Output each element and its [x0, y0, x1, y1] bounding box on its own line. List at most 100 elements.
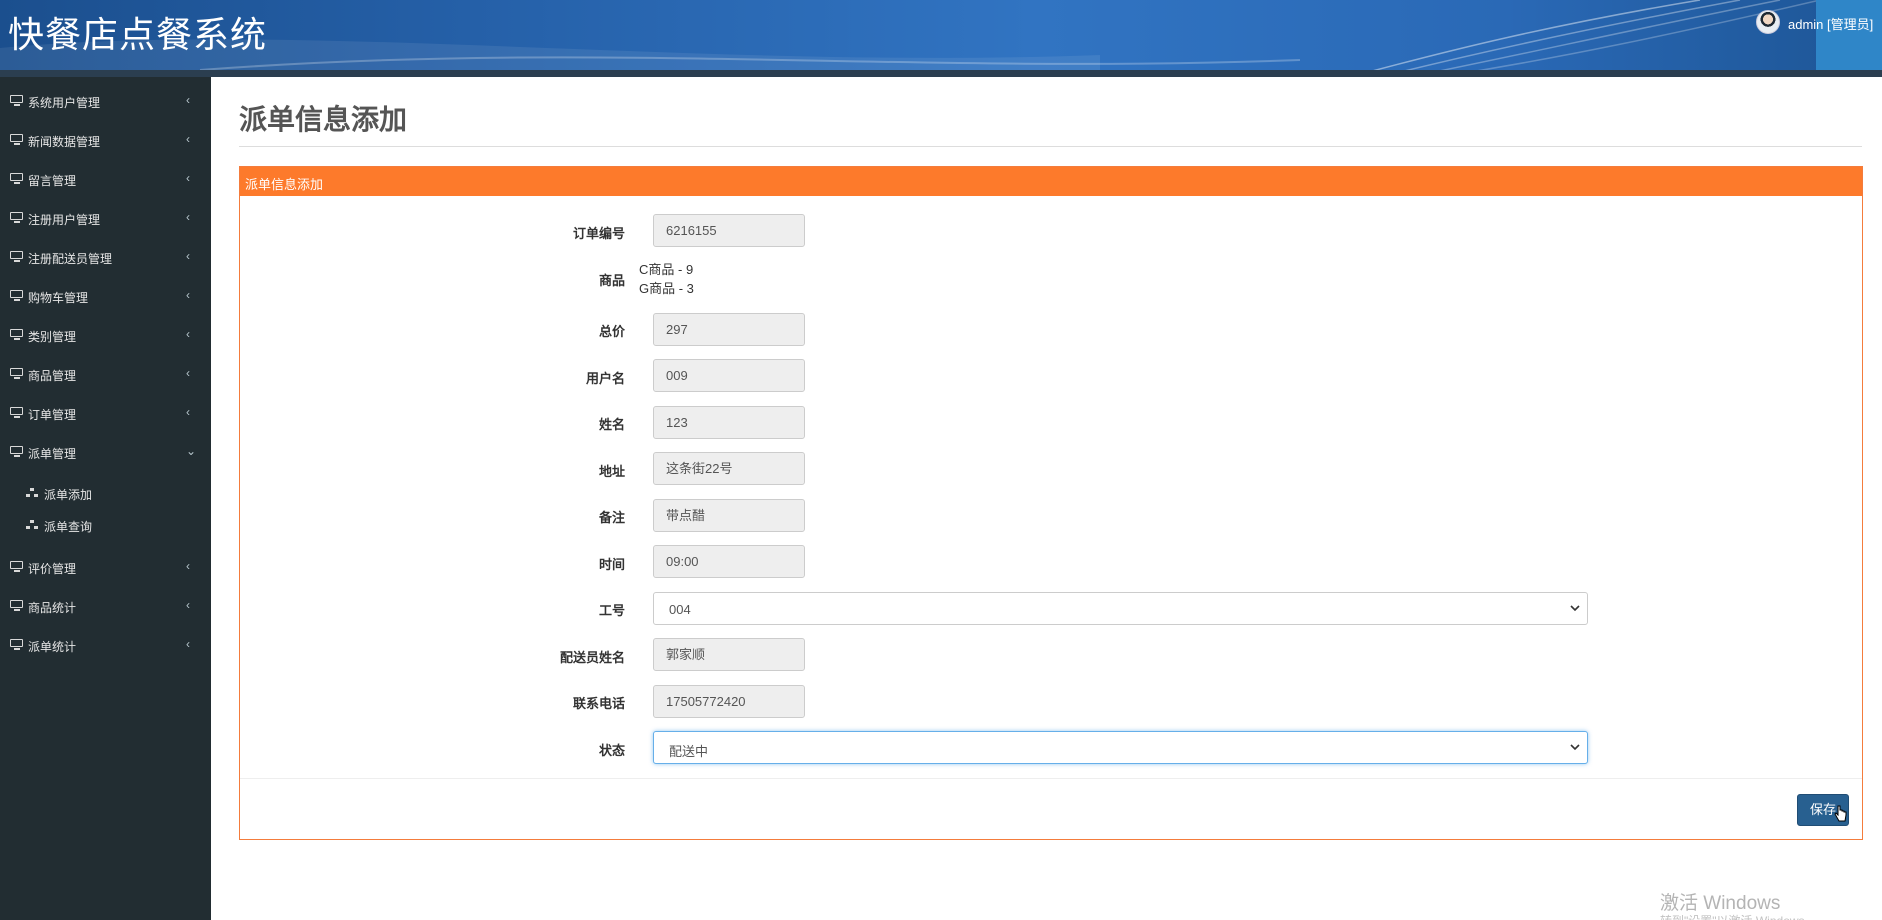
sidebar-item[interactable]: 留言管理 ‹: [0, 159, 211, 198]
windows-activation-hint: 转到"设置"以激活 Windows。: [1660, 912, 1817, 920]
desktop-icon: [10, 290, 24, 301]
desktop-icon: [10, 212, 24, 223]
app-title: 快餐店点餐系统: [8, 15, 268, 56]
remark-field[interactable]: 带点醋: [653, 499, 805, 532]
chevron-left-icon: ‹: [186, 598, 190, 612]
desktop-icon: [10, 329, 24, 340]
phone-field[interactable]: 17505772420: [653, 685, 805, 718]
sidebar-item-label: 注册用户管理: [28, 213, 101, 227]
panel-title: 派单信息添加: [245, 177, 324, 192]
worker-id-label: 工号: [598, 603, 625, 618]
chevron-down-icon: ⌄: [186, 444, 197, 458]
sidebar-subitem-label: 派单添加: [44, 488, 93, 502]
desktop-icon: [10, 639, 24, 650]
sidebar-item-label: 派单管理: [28, 447, 77, 461]
chevron-left-icon: ‹: [186, 249, 190, 263]
form-panel: 派单信息添加 订单编号 6216155 商品 C商品 - 9 G商品 - 3 总…: [239, 166, 1863, 840]
sidebar-subitem[interactable]: 派单查询: [0, 509, 211, 541]
time-field[interactable]: 09:00: [653, 545, 805, 578]
chevron-left-icon: ‹: [186, 171, 190, 185]
status-label: 状态: [598, 743, 625, 758]
sidebar-item[interactable]: 订单管理 ‹: [0, 393, 211, 432]
desktop-icon: [10, 173, 24, 184]
sidebar-item-label: 注册配送员管理: [28, 252, 113, 266]
sidebar-item[interactable]: 注册用户管理 ‹: [0, 198, 211, 237]
sidebar-item-label: 购物车管理: [28, 291, 89, 305]
sidebar-item-label: 系统用户管理: [28, 96, 101, 110]
goods-line: G商品 - 3: [639, 281, 694, 296]
sidebar-item-label: 新闻数据管理: [28, 135, 101, 149]
user-box[interactable]: [1816, 0, 1882, 77]
chevron-left-icon: ‹: [186, 559, 190, 573]
desktop-icon: [10, 251, 24, 262]
sidebar-item-label: 订单管理: [28, 408, 77, 422]
chevron-left-icon: ‹: [186, 327, 190, 341]
time-label: 时间: [598, 557, 625, 572]
courier-name-label: 配送员姓名: [559, 650, 625, 665]
sidebar-item-label: 留言管理: [28, 174, 77, 188]
sidebar-item-label: 类别管理: [28, 330, 77, 344]
order-no-label: 订单编号: [572, 226, 625, 241]
top-header: 快餐店点餐系统 admin [管理员]: [0, 0, 1882, 77]
chevron-left-icon: ‹: [186, 132, 190, 146]
courier-name-field[interactable]: 郭家顺: [653, 638, 805, 671]
sidebar-item-label: 派单统计: [28, 640, 77, 654]
chevron-down-icon: [1570, 744, 1580, 751]
sitemap-icon: [26, 488, 38, 498]
sitemap-icon: [26, 520, 38, 530]
sidebar-item[interactable]: 系统用户管理 ‹: [0, 81, 211, 120]
chevron-left-icon: ‹: [186, 288, 190, 302]
chevron-down-icon: [1570, 605, 1580, 612]
sidebar-item[interactable]: 派单统计 ‹: [0, 625, 211, 664]
sidebar-item[interactable]: 商品管理 ‹: [0, 354, 211, 393]
sidebar-item[interactable]: 类别管理 ‹: [0, 315, 211, 354]
chevron-left-icon: ‹: [186, 637, 190, 651]
goods-label: 商品: [598, 273, 625, 288]
desktop-icon: [10, 95, 24, 106]
sidebar-subitem-label: 派单查询: [44, 520, 93, 534]
sidebar-item-label: 商品统计: [28, 601, 77, 615]
remark-label: 备注: [598, 510, 625, 525]
address-label: 地址: [598, 464, 625, 479]
form-footer-divider: [240, 778, 1862, 779]
status-value: 配送中: [669, 744, 709, 759]
desktop-icon: [10, 600, 24, 611]
chevron-left-icon: ‹: [186, 405, 190, 419]
goods-line: C商品 - 9: [639, 262, 694, 277]
goods-list: C商品 - 9 G商品 - 3: [639, 260, 694, 298]
hand-cursor-icon: [1834, 805, 1847, 822]
sidebar-item[interactable]: 派单管理 ⌄: [0, 432, 211, 471]
status-select[interactable]: 配送中: [653, 731, 1588, 764]
avatar[interactable]: [1756, 10, 1780, 34]
phone-label: 联系电话: [572, 696, 625, 711]
order-no-field[interactable]: 6216155: [653, 214, 805, 247]
desktop-icon: [10, 368, 24, 379]
total-field[interactable]: 297: [653, 313, 805, 346]
total-label: 总价: [598, 324, 625, 339]
desktop-icon: [10, 561, 24, 572]
name-label: 姓名: [598, 417, 625, 432]
windows-activation-watermark: 激活 Windows: [1660, 893, 1781, 914]
chevron-left-icon: ‹: [186, 93, 190, 107]
sidebar-subitem[interactable]: 派单添加: [0, 477, 211, 509]
sidebar: 系统用户管理 ‹ 新闻数据管理 ‹ 留言管理 ‹ 注册用户管理 ‹ 注册配送员管理 ‹ 购物车管理 ‹…: [0, 77, 211, 920]
page-title: 派单信息添加: [239, 104, 408, 135]
worker-id-select[interactable]: 004: [653, 592, 1588, 625]
desktop-icon: [10, 134, 24, 145]
sidebar-item-label: 评价管理: [28, 562, 77, 576]
address-field[interactable]: 这条街22号: [653, 452, 805, 485]
title-divider: [239, 146, 1862, 147]
worker-id-value: 004: [669, 602, 691, 617]
username-label: 用户名: [585, 371, 625, 386]
desktop-icon: [10, 446, 24, 457]
username-field[interactable]: 009: [653, 359, 805, 392]
sidebar-item[interactable]: 新闻数据管理 ‹: [0, 120, 211, 159]
chevron-left-icon: ‹: [186, 366, 190, 380]
sidebar-item[interactable]: 评价管理 ‹: [0, 547, 211, 586]
sidebar-item[interactable]: 购物车管理 ‹: [0, 276, 211, 315]
user-name[interactable]: admin [管理员]: [1788, 14, 1873, 33]
name-field[interactable]: 123: [653, 406, 805, 439]
sidebar-item[interactable]: 注册配送员管理 ‹: [0, 237, 211, 276]
header-decoration: [0, 0, 1821, 77]
sidebar-item[interactable]: 商品统计 ‹: [0, 586, 211, 625]
